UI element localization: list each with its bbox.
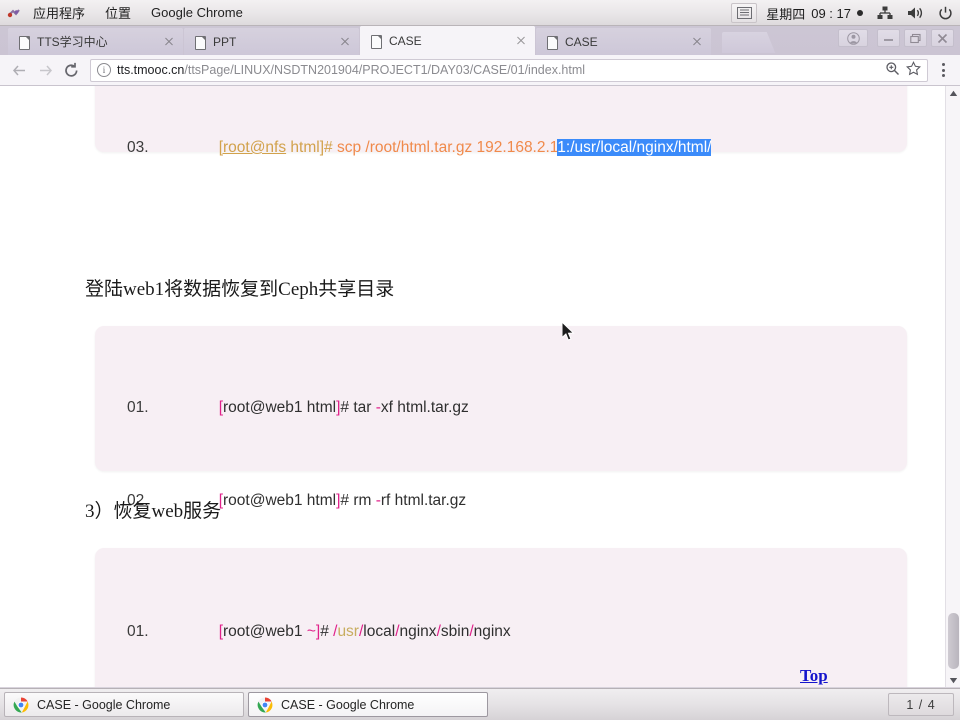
- code-token[interactable]: [root@nfs: [219, 139, 286, 156]
- code-token: root@web1 html: [223, 399, 337, 416]
- volume-icon[interactable]: [900, 0, 930, 26]
- browser-toolbar: i tts.tmooc.cn/ttsPage/LINUX/NSDTN201904…: [0, 55, 960, 86]
- tab-strip: TTS学习中心 PPT CASE CASE: [0, 26, 960, 55]
- code-token: root@web1 html: [223, 492, 337, 509]
- selected-text: 1:/usr/local/nginx/html/: [557, 139, 712, 156]
- window-controls: [838, 29, 954, 47]
- rendered-page: 03. [root@nfs html]# scp /root/html.tar.…: [0, 86, 945, 687]
- section-heading-1: 登陆web1将数据恢复到Ceph共享目录: [85, 279, 395, 300]
- tab-close-icon[interactable]: [161, 34, 177, 50]
- browser-tab-0[interactable]: TTS学习中心: [8, 28, 183, 55]
- omnibox-host: tts.tmooc.cn: [117, 63, 185, 77]
- tab-title: CASE: [389, 33, 422, 48]
- distro-logo-icon: [5, 0, 23, 26]
- line-content[interactable]: [root@web1 html]# tar -xf html.tar.gz: [167, 366, 469, 450]
- line-content[interactable]: [root@nfs html]# scp /root/html.tar.gz 1…: [167, 106, 712, 190]
- code-line: 01. [root@web1 html]# tar -xf html.tar.g…: [95, 366, 907, 450]
- code-token: scp: [336, 139, 366, 156]
- window-peek-icon[interactable]: [731, 3, 758, 23]
- code-block-top: 03. [root@nfs html]# scp /root/html.tar.…: [95, 86, 907, 156]
- browser-tab-1[interactable]: PPT: [184, 28, 359, 55]
- code-token: html]#: [286, 139, 337, 156]
- code-token: usr: [337, 623, 359, 640]
- clock-day: 星期四: [766, 6, 806, 22]
- code-block-bottom: 01. [root@web1 ~]# /usr/local/nginx/sbin…: [95, 548, 907, 687]
- taskbar-item-1[interactable]: CASE - Google Chrome: [248, 692, 488, 717]
- line-number: 03.: [127, 139, 149, 156]
- chrome-menu-icon[interactable]: [932, 57, 954, 83]
- page-info-icon[interactable]: i: [97, 63, 111, 77]
- line-content[interactable]: [root@web1 ~]# /usr/local/nginx/sbin/ngi…: [167, 590, 511, 674]
- star-icon[interactable]: [906, 61, 921, 79]
- page-viewport: 03. [root@nfs html]# scp /root/html.tar.…: [0, 86, 960, 687]
- code-token: sbin: [440, 623, 470, 640]
- taskbar-item-label: CASE - Google Chrome: [281, 697, 415, 712]
- zoom-icon[interactable]: [885, 61, 900, 79]
- reload-button[interactable]: [58, 57, 84, 83]
- close-icon[interactable]: [931, 29, 954, 47]
- vertical-scrollbar[interactable]: [945, 86, 960, 687]
- section-heading-2: 3）恢复web服务: [85, 501, 222, 522]
- back-to-top-link[interactable]: Top: [800, 666, 828, 686]
- tab-close-icon[interactable]: [513, 33, 529, 49]
- code-token: 192.168.2.1: [476, 139, 558, 156]
- line-content[interactable]: [root@web2 ~]# /usr/local/nginx/sbin/ngi…: [167, 681, 511, 687]
- gnome-top-panel: 应用程序 位置 Google Chrome 星期四 09 : 17: [0, 0, 960, 26]
- minimize-icon[interactable]: [877, 29, 900, 47]
- taskbar-item-label: CASE - Google Chrome: [37, 697, 171, 712]
- code-token: xf html.tar.gz: [380, 399, 469, 416]
- code-token: local: [363, 623, 396, 640]
- scrollbar-thumb[interactable]: [948, 613, 959, 669]
- notification-dot-icon: [857, 10, 863, 16]
- tab-favicon-icon: [194, 35, 206, 50]
- code-token: # rm: [340, 492, 376, 509]
- workspace-indicator[interactable]: 1 / 4: [888, 693, 954, 716]
- menu-chrome[interactable]: Google Chrome: [141, 0, 253, 26]
- code-token: /root/html.tar.gz: [365, 139, 477, 156]
- code-token: nginx: [473, 623, 511, 640]
- code-line: 03. [root@nfs html]# scp /root/html.tar.…: [95, 106, 907, 190]
- code-block-middle: 01. [root@web1 html]# tar -xf html.tar.g…: [95, 326, 907, 509]
- tab-favicon-icon: [546, 35, 558, 50]
- chrome-window: TTS学习中心 PPT CASE CASE i tts.tmooc.cn /tt…: [0, 26, 960, 688]
- power-icon[interactable]: [930, 0, 960, 26]
- tab-close-icon[interactable]: [689, 34, 705, 50]
- maximize-icon[interactable]: [904, 29, 927, 47]
- tab-close-icon[interactable]: [337, 34, 353, 50]
- code-token: #: [320, 623, 334, 640]
- chrome-icon: [13, 697, 29, 713]
- browser-tab-2[interactable]: CASE: [360, 26, 535, 55]
- line-number: 01.: [127, 623, 149, 640]
- tab-title: PPT: [213, 34, 237, 49]
- browser-tab-3[interactable]: CASE: [536, 28, 711, 55]
- code-token: rf html.tar.gz: [380, 492, 467, 509]
- clock-time: 09 : 17: [811, 5, 851, 21]
- menu-places[interactable]: 位置: [95, 0, 141, 26]
- line-number: 01.: [127, 399, 149, 416]
- code-token: root@web1: [223, 623, 307, 640]
- tab-title: TTS学习中心: [37, 35, 108, 49]
- tab-favicon-icon: [18, 35, 30, 50]
- network-icon[interactable]: [870, 0, 900, 26]
- code-line: 01. [root@web1 ~]# /usr/local/nginx/sbin…: [95, 590, 907, 674]
- code-token: nginx: [399, 623, 437, 640]
- chrome-icon: [257, 697, 273, 713]
- scroll-down-icon[interactable]: [946, 673, 960, 687]
- code-token: ~: [306, 623, 316, 640]
- scroll-up-icon[interactable]: [946, 86, 960, 100]
- menu-applications[interactable]: 应用程序: [23, 0, 95, 26]
- forward-button[interactable]: [32, 57, 58, 83]
- code-token: # tar: [340, 399, 376, 416]
- panel-clock[interactable]: 星期四 09 : 17: [759, 4, 870, 23]
- back-button[interactable]: [6, 57, 32, 83]
- tab-favicon-icon: [370, 34, 382, 49]
- profile-icon[interactable]: [838, 29, 868, 47]
- new-tab-button[interactable]: [722, 32, 764, 53]
- desktop-taskbar: CASE - Google Chrome CASE - Google Chrom…: [0, 688, 960, 720]
- address-bar[interactable]: i tts.tmooc.cn/ttsPage/LINUX/NSDTN201904…: [90, 58, 928, 82]
- code-line: 02. [root@web2 ~]# /usr/local/nginx/sbin…: [95, 681, 907, 687]
- tab-title: CASE: [565, 34, 598, 49]
- taskbar-item-0[interactable]: CASE - Google Chrome: [4, 692, 244, 717]
- omnibox-path: /ttsPage/LINUX/NSDTN201904/PROJECT1/DAY0…: [184, 63, 586, 77]
